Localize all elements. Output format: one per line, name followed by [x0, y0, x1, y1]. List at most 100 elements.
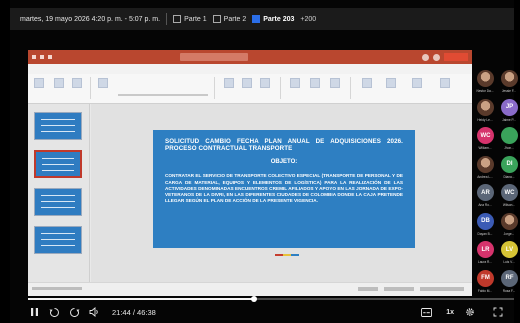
part-icon: [252, 15, 261, 23]
participant-tile[interactable]: Jorge...: [498, 211, 520, 239]
slide-thumbnails-panel: [28, 104, 90, 282]
captions-icon: [420, 307, 432, 317]
part-label: Parte 2: [223, 15, 247, 23]
recording-topbar: martes, 19 mayo 2026 4:20 p. m. - 5:07 p…: [10, 8, 514, 30]
participant-name: Luis V...: [503, 260, 515, 264]
more-parts-count[interactable]: +200: [300, 16, 316, 23]
ribbon-icon: [242, 78, 252, 88]
current-slide: SOLICITUD CAMBIO FECHA PLAN ANUAL DE ADQ…: [153, 130, 415, 248]
participant-tile[interactable]: AR Ana Ro...: [474, 182, 496, 210]
participant-name: Jaime P...: [502, 117, 516, 122]
playback-time: 21:44 / 46:38: [112, 307, 156, 317]
forward-button[interactable]: [66, 305, 82, 319]
separator: [166, 13, 168, 25]
participant-avatar: WC: [501, 184, 518, 201]
participant-avatar: [477, 155, 494, 173]
settings-button[interactable]: [462, 305, 478, 319]
save-icon: [40, 55, 44, 59]
part-label: Parte 1: [184, 15, 207, 23]
ppt-search-box: [180, 53, 248, 61]
ppt-ribbon: [28, 74, 472, 104]
slide-subtitle: OBJETO:: [270, 159, 298, 166]
participant-name: Nestor Da...: [476, 89, 494, 93]
participant-avatar: FM: [477, 269, 494, 287]
progress-knob[interactable]: [251, 296, 258, 302]
ribbon-icon: [224, 78, 234, 88]
copilot-icon: [422, 53, 429, 61]
participant-tile[interactable]: Andrea L...: [474, 154, 496, 182]
user-avatar: [433, 53, 440, 61]
pause-icon: [30, 308, 38, 316]
ppt-statusbar: [28, 282, 472, 296]
slide-title: SOLICITUD CAMBIO FECHA PLAN ANUAL DE ADQ…: [165, 138, 403, 153]
participant-name: Ana Ro...: [478, 203, 492, 207]
slide-thumbnail[interactable]: [34, 188, 82, 216]
participant-name: Jessie F...: [501, 89, 517, 93]
slide-thumbnail-selected[interactable]: [34, 150, 82, 178]
tab-parte-1[interactable]: Parte 1: [173, 15, 207, 23]
autosave-icon: [32, 55, 36, 59]
forward-icon: [69, 307, 79, 317]
ribbon-icon: [290, 78, 300, 88]
meeting-recording-player: martes, 19 mayo 2026 4:20 p. m. - 5:07 p…: [0, 0, 520, 323]
part-icon: [212, 15, 221, 23]
captions-button[interactable]: [418, 305, 434, 319]
ribbon-icon: [98, 78, 108, 88]
part-icon: [173, 15, 182, 23]
ribbon-icon: [54, 78, 64, 88]
ribbon-icon: [260, 78, 270, 88]
left-border: [0, 0, 10, 323]
participant-tile[interactable]: JP Jaime P...: [498, 97, 520, 125]
participant-avatar: DB: [477, 212, 494, 230]
participant-tile[interactable]: Heidy Le...: [474, 97, 496, 125]
participant-tile[interactable]: LR Laura R...: [474, 239, 496, 267]
participant-avatar: [477, 70, 494, 87]
ribbon-icon: [440, 78, 450, 88]
participant-avatar: [501, 127, 518, 144]
participant-name: Fabio M...: [477, 288, 493, 293]
ribbon-icon: [34, 78, 44, 88]
participant-tile[interactable]: Jessie F...: [498, 68, 520, 96]
participant-tile[interactable]: LV Luis V...: [498, 239, 520, 267]
ribbon-icon: [386, 78, 396, 88]
participant-name: Laura R...: [478, 260, 492, 264]
participant-name: William...: [478, 146, 492, 150]
ribbon-icon: [362, 78, 372, 88]
speed-button[interactable]: 1x: [446, 309, 454, 316]
participant-name: Diana...: [503, 174, 515, 179]
participant-tile[interactable]: WC Wilson...: [498, 182, 520, 210]
participant-name: Jhon...: [504, 146, 514, 150]
participant-tile[interactable]: RF Rosa F...: [498, 268, 520, 296]
participant-avatar: DI: [501, 155, 518, 173]
pause-button[interactable]: [26, 305, 42, 319]
progress-fill: [28, 298, 255, 300]
participant-tile[interactable]: FM Fabio M...: [474, 268, 496, 296]
tab-parte-203[interactable]: Parte 203: [252, 15, 294, 23]
slide-canvas: SOLICITUD CAMBIO FECHA PLAN ANUAL DE ADQ…: [91, 104, 472, 282]
volume-button[interactable]: [86, 305, 102, 319]
slide-color-strip: [275, 254, 299, 256]
player-controls: 21:44 / 46:38 1x: [26, 303, 516, 321]
ppt-red-button: [444, 53, 468, 61]
tab-parte-2[interactable]: Parte 2: [212, 15, 247, 23]
part-label: Parte 203: [263, 15, 295, 23]
participant-tile[interactable]: DB Dayan B...: [474, 211, 496, 239]
participant-name: Andrea L...: [477, 174, 493, 179]
participant-avatar: LV: [501, 241, 518, 258]
participant-avatar: JP: [501, 98, 518, 116]
ppt-titlebar: [28, 50, 472, 64]
participant-tile[interactable]: Nestor Da...: [474, 68, 496, 96]
participant-tile[interactable]: DI Diana...: [498, 154, 520, 182]
progress-bar[interactable]: [28, 296, 514, 302]
participant-name: Wilson...: [502, 203, 516, 207]
ppt-menubar: [28, 64, 472, 74]
slide-thumbnail[interactable]: [34, 112, 82, 140]
participant-tile[interactable]: Jhon...: [498, 125, 520, 153]
participant-name: Heidy Le...: [477, 117, 493, 122]
rewind-button[interactable]: [46, 305, 62, 319]
ribbon-icon: [330, 78, 340, 88]
fullscreen-button[interactable]: [490, 305, 506, 319]
recording-date: martes, 19 mayo 2026 4:20 p. m. - 5:07 p…: [20, 15, 161, 23]
slide-thumbnail[interactable]: [34, 226, 82, 254]
participant-tile[interactable]: WC William...: [474, 125, 496, 153]
